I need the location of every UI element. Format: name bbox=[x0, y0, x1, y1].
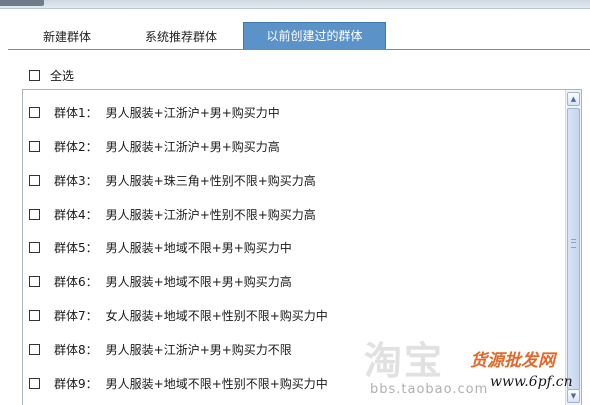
select-all-label: 全选 bbox=[50, 68, 75, 83]
group-name: 群体5： bbox=[54, 240, 98, 255]
group-desc: 男人服装+珠三角+性别不限+购买力高 bbox=[105, 173, 316, 188]
group-desc: 男人服装+江浙沪+男+购买力中 bbox=[105, 105, 280, 120]
group-checkbox[interactable] bbox=[29, 174, 40, 186]
tab-bar: 新建群体 系统推荐群体 以前创建过的群体 bbox=[0, 8, 590, 50]
scroll-down-arrow-icon[interactable]: ▼ bbox=[567, 389, 580, 403]
group-name: 群体6： bbox=[54, 274, 98, 289]
select-all-checkbox[interactable] bbox=[29, 69, 40, 81]
select-all[interactable]: 全选 bbox=[29, 66, 74, 84]
group-name: 群体3： bbox=[54, 173, 98, 188]
scroll-up-arrow-icon[interactable]: ▲ bbox=[567, 92, 580, 106]
list-item: 群体8： 男人服装+江浙沪+男+购买力不限 bbox=[29, 339, 292, 359]
group-desc: 男人服装+地域不限+男+购买力中 bbox=[105, 240, 292, 255]
group-name: 群体1： bbox=[54, 105, 98, 120]
scrollbar-thumb[interactable] bbox=[567, 108, 580, 390]
group-checkbox[interactable] bbox=[29, 343, 40, 355]
tab-new-group[interactable]: 新建群体 bbox=[12, 24, 122, 50]
list-item: 群体7： 女人服装+地域不限+性别不限+购买力中 bbox=[29, 305, 328, 325]
group-desc: 男人服装+江浙沪+男+购买力不限 bbox=[105, 342, 292, 357]
group-name: 群体2： bbox=[54, 139, 98, 154]
header-title-fragment bbox=[0, 0, 44, 6]
tab-baseline bbox=[8, 49, 590, 50]
group-desc: 男人服装+地域不限+男+购买力高 bbox=[105, 274, 292, 289]
group-list: 群体1： 男人服装+江浙沪+男+购买力中 群体2： 男人服装+江浙沪+男+购买力… bbox=[22, 89, 582, 405]
group-name: 群体4： bbox=[54, 207, 98, 222]
group-desc: 男人服装+江浙沪+男+购买力高 bbox=[105, 139, 280, 154]
list-item: 群体6： 男人服装+地域不限+男+购买力高 bbox=[29, 271, 292, 291]
list-item: 群体4： 男人服装+江浙沪+性别不限+购买力高 bbox=[29, 204, 316, 224]
tab-previous-groups[interactable]: 以前创建过的群体 bbox=[243, 22, 386, 50]
group-name: 群体9： bbox=[54, 376, 98, 391]
list-item: 群体2： 男人服装+江浙沪+男+购买力高 bbox=[29, 136, 280, 156]
tab-recommended-groups[interactable]: 系统推荐群体 bbox=[126, 24, 236, 50]
group-checkbox[interactable] bbox=[29, 140, 40, 152]
group-desc: 女人服装+地域不限+性别不限+购买力中 bbox=[105, 308, 328, 323]
list-item: 群体5： 男人服装+地域不限+男+购买力中 bbox=[29, 237, 292, 257]
group-checkbox[interactable] bbox=[29, 377, 40, 389]
group-name: 群体8： bbox=[54, 342, 98, 357]
list-item: 群体9： 男人服装+地域不限+性别不限+购买力中 bbox=[29, 373, 328, 393]
group-checkbox[interactable] bbox=[29, 208, 40, 220]
list-item: 群体1： 男人服装+江浙沪+男+购买力中 bbox=[29, 102, 280, 122]
list-scrollbar[interactable]: ▲ ▼ bbox=[565, 90, 581, 405]
group-desc: 男人服装+地域不限+性别不限+购买力中 bbox=[105, 376, 328, 391]
group-checkbox[interactable] bbox=[29, 241, 40, 253]
group-checkbox[interactable] bbox=[29, 309, 40, 321]
scrollbar-grip bbox=[571, 239, 576, 248]
group-desc: 男人服装+江浙沪+性别不限+购买力高 bbox=[105, 207, 316, 222]
group-checkbox[interactable] bbox=[29, 275, 40, 287]
group-checkbox[interactable] bbox=[29, 106, 40, 118]
group-name: 群体7： bbox=[54, 308, 98, 323]
list-item: 群体3： 男人服装+珠三角+性别不限+购买力高 bbox=[29, 170, 316, 190]
